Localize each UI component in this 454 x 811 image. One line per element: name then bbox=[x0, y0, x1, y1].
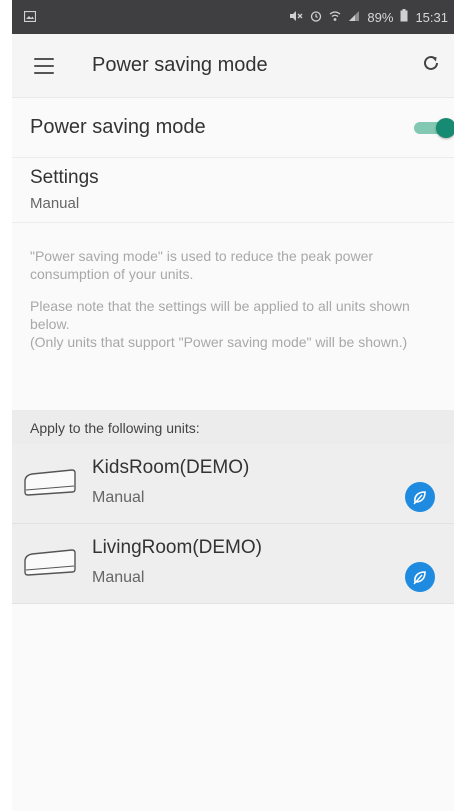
wifi-icon bbox=[329, 10, 341, 25]
leaf-icon bbox=[405, 562, 435, 592]
description: "Power saving mode" is used to reduce th… bbox=[12, 223, 454, 351]
description-paragraph-2: Please note that the settings will be ap… bbox=[30, 298, 410, 332]
power-saving-label: Power saving mode bbox=[30, 116, 206, 138]
settings-title: Settings bbox=[30, 167, 99, 188]
unit-name: LivingRoom(DEMO) bbox=[92, 537, 262, 558]
description-paragraph-3: (Only units that support "Power saving m… bbox=[30, 334, 408, 350]
refresh-icon[interactable] bbox=[422, 54, 440, 78]
battery-percent: 89% bbox=[367, 9, 394, 25]
power-saving-row: Power saving mode bbox=[12, 98, 454, 158]
menu-icon[interactable] bbox=[34, 57, 54, 74]
unit-mode: Manual bbox=[92, 489, 145, 506]
battery-icon bbox=[400, 9, 408, 25]
air-conditioner-icon bbox=[22, 467, 78, 501]
status-bar: 89% 15:31 bbox=[12, 0, 454, 34]
settings-row[interactable]: Settings Manual bbox=[12, 158, 454, 223]
image-icon bbox=[23, 10, 37, 25]
power-saving-toggle[interactable] bbox=[412, 117, 454, 138]
description-paragraph-1: "Power saving mode" is used to reduce th… bbox=[30, 248, 374, 282]
mute-icon bbox=[289, 10, 303, 25]
air-conditioner-icon bbox=[22, 547, 78, 581]
unit-mode: Manual bbox=[92, 569, 145, 586]
alarm-icon bbox=[310, 10, 322, 25]
page-title: Power saving mode bbox=[92, 54, 268, 76]
clock: 15:31 bbox=[415, 9, 448, 25]
unit-row-livingroom[interactable]: LivingRoom(DEMO) Manual bbox=[12, 524, 454, 604]
app-bar: Power saving mode bbox=[12, 34, 454, 98]
settings-value: Manual bbox=[30, 195, 80, 212]
unit-row-kidsroom[interactable]: KidsRoom(DEMO) Manual bbox=[12, 444, 454, 524]
unit-name: KidsRoom(DEMO) bbox=[92, 457, 250, 478]
units-section-header: Apply to the following units: bbox=[12, 410, 454, 444]
unit-list: KidsRoom(DEMO) Manual LivingRoom(DEMO) M… bbox=[12, 444, 454, 604]
signal-icon bbox=[348, 10, 360, 25]
main-content: Power saving mode Settings Manual "Power… bbox=[12, 98, 454, 811]
leaf-icon bbox=[405, 482, 435, 512]
